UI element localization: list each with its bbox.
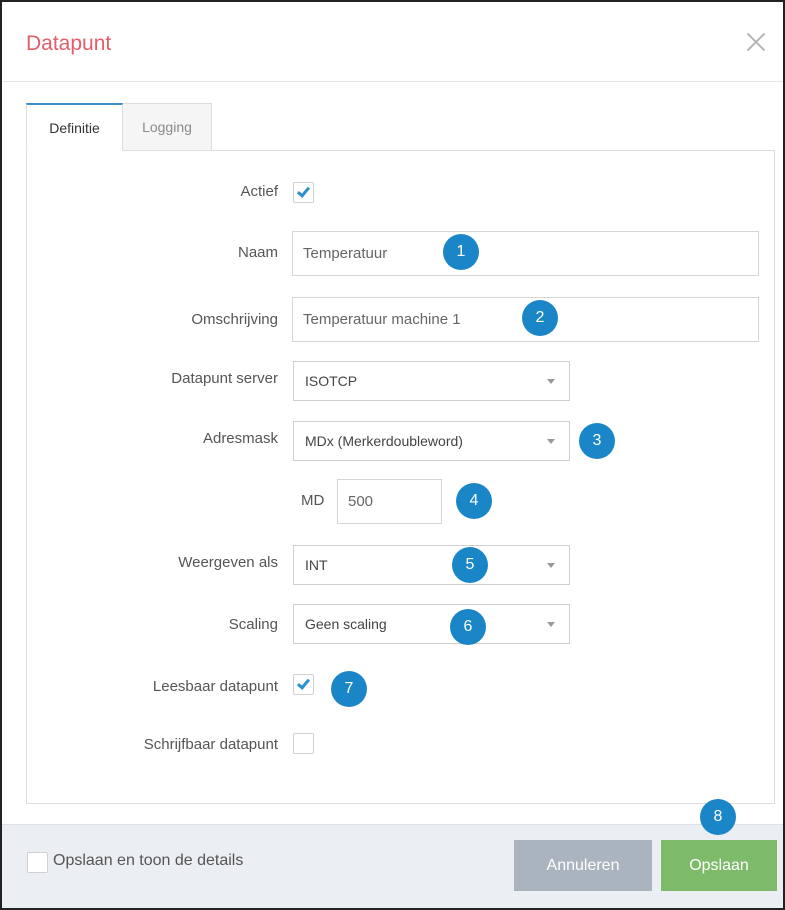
chevron-down-icon bbox=[547, 439, 555, 444]
adresmask-value: MDx (Merkerdoubleword) bbox=[305, 433, 463, 449]
details-checkbox[interactable] bbox=[27, 852, 48, 873]
close-icon[interactable] bbox=[743, 30, 769, 56]
md-prefix-label: MD bbox=[301, 492, 325, 509]
chevron-down-icon bbox=[547, 563, 555, 568]
callout-badge-5: 5 bbox=[452, 547, 488, 583]
datapunt-server-value: ISOTCP bbox=[305, 373, 358, 389]
datapunt-dialog: Datapunt Definitie Logging Actief Naam T… bbox=[0, 0, 785, 910]
omschrijving-label: Omschrijving bbox=[191, 311, 278, 328]
adresmask-label: Adresmask bbox=[202, 430, 278, 447]
dialog-title: Datapunt bbox=[26, 32, 112, 55]
md-address-value: 500 bbox=[348, 493, 374, 510]
omschrijving-value: Temperatuur machine 1 bbox=[303, 311, 461, 328]
leesbaar-datapunt-label: Leesbaar datapunt bbox=[152, 678, 278, 695]
callout-badge-3: 3 bbox=[579, 423, 615, 459]
leesbaar-datapunt-checkbox[interactable] bbox=[293, 674, 314, 695]
tab-definitie[interactable]: Definitie bbox=[26, 103, 123, 151]
datapunt-server-select[interactable]: ISOTCP bbox=[293, 361, 570, 401]
dialog-header: Datapunt bbox=[2, 2, 783, 82]
scaling-label: Scaling bbox=[228, 616, 278, 633]
weergeven-als-label: Weergeven als bbox=[178, 554, 278, 571]
naam-input[interactable]: Temperatuur bbox=[292, 231, 759, 276]
datapunt-server-label: Datapunt server bbox=[171, 370, 278, 387]
md-address-input[interactable]: 500 bbox=[337, 479, 442, 524]
details-label: Opslaan en toon de details bbox=[53, 852, 244, 869]
checkmark-icon bbox=[296, 676, 311, 690]
weergeven-als-value: INT bbox=[305, 557, 328, 573]
schrijfbaar-datapunt-label: Schrijfbaar datapunt bbox=[143, 736, 278, 753]
actief-checkbox[interactable] bbox=[293, 182, 314, 203]
callout-badge-2: 2 bbox=[522, 300, 558, 336]
chevron-down-icon bbox=[547, 622, 555, 627]
callout-badge-8: 8 bbox=[700, 799, 736, 835]
naam-value: Temperatuur bbox=[303, 245, 388, 262]
scaling-value: Geen scaling bbox=[305, 616, 387, 632]
cancel-button[interactable]: Annuleren bbox=[514, 840, 652, 891]
adresmask-select[interactable]: MDx (Merkerdoubleword) bbox=[293, 421, 570, 461]
callout-badge-6: 6 bbox=[450, 609, 486, 645]
callout-badge-4: 4 bbox=[456, 483, 492, 519]
checkmark-icon bbox=[296, 184, 311, 198]
schrijfbaar-datapunt-checkbox[interactable] bbox=[293, 733, 314, 754]
scaling-select[interactable]: Geen scaling bbox=[293, 604, 570, 644]
save-button[interactable]: Opslaan bbox=[661, 840, 777, 891]
naam-label: Naam bbox=[237, 244, 278, 261]
chevron-down-icon bbox=[547, 379, 555, 384]
callout-badge-1: 1 bbox=[443, 234, 479, 270]
actief-label: Actief bbox=[240, 183, 278, 200]
callout-badge-7: 7 bbox=[331, 671, 367, 707]
tab-logging[interactable]: Logging bbox=[123, 103, 212, 151]
weergeven-als-select[interactable]: INT bbox=[293, 545, 570, 585]
